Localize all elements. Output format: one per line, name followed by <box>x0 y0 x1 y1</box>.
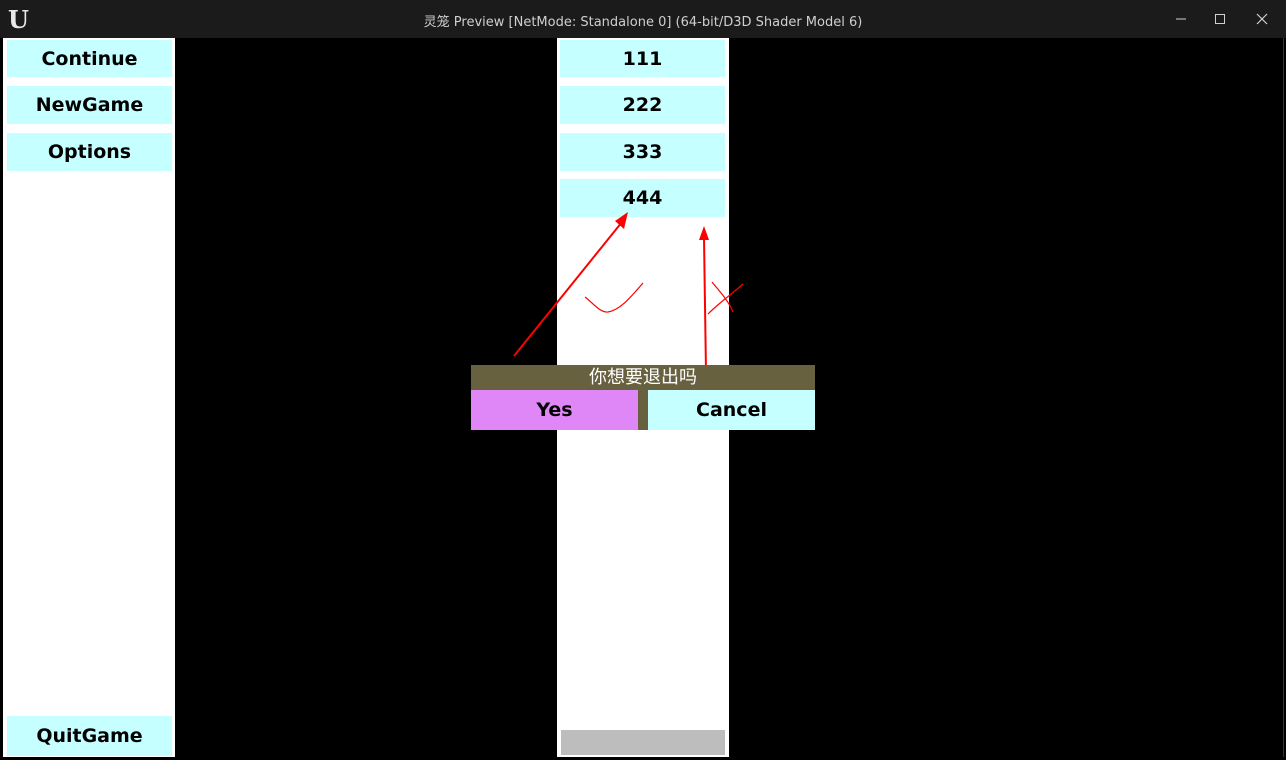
scrollbar[interactable] <box>561 730 725 755</box>
close-button[interactable] <box>1241 0 1283 38</box>
list-item[interactable]: 222 <box>560 86 725 124</box>
yes-button[interactable]: Yes <box>471 390 638 430</box>
quit-dialog-title: 你想要退出吗 <box>471 365 815 390</box>
close-icon <box>1256 13 1268 25</box>
window-titlebar[interactable]: U 灵笼 Preview [NetMode: Standalone 0] (64… <box>0 0 1286 38</box>
continue-button[interactable]: Continue <box>7 40 172 77</box>
window-title: 灵笼 Preview [NetMode: Standalone 0] (64-b… <box>423 15 863 30</box>
minimize-button[interactable] <box>1160 0 1202 38</box>
options-button[interactable]: Options <box>7 133 172 171</box>
list-item[interactable]: 111 <box>560 40 725 77</box>
minimize-icon <box>1176 18 1186 20</box>
newgame-button[interactable]: NewGame <box>7 86 172 124</box>
maximize-icon <box>1215 14 1225 24</box>
list-item[interactable]: 444 <box>560 179 725 217</box>
quitgame-button[interactable]: QuitGame <box>7 716 172 756</box>
list-item[interactable]: 333 <box>560 133 725 171</box>
maximize-button[interactable] <box>1199 0 1241 38</box>
cancel-button[interactable]: Cancel <box>648 390 815 430</box>
